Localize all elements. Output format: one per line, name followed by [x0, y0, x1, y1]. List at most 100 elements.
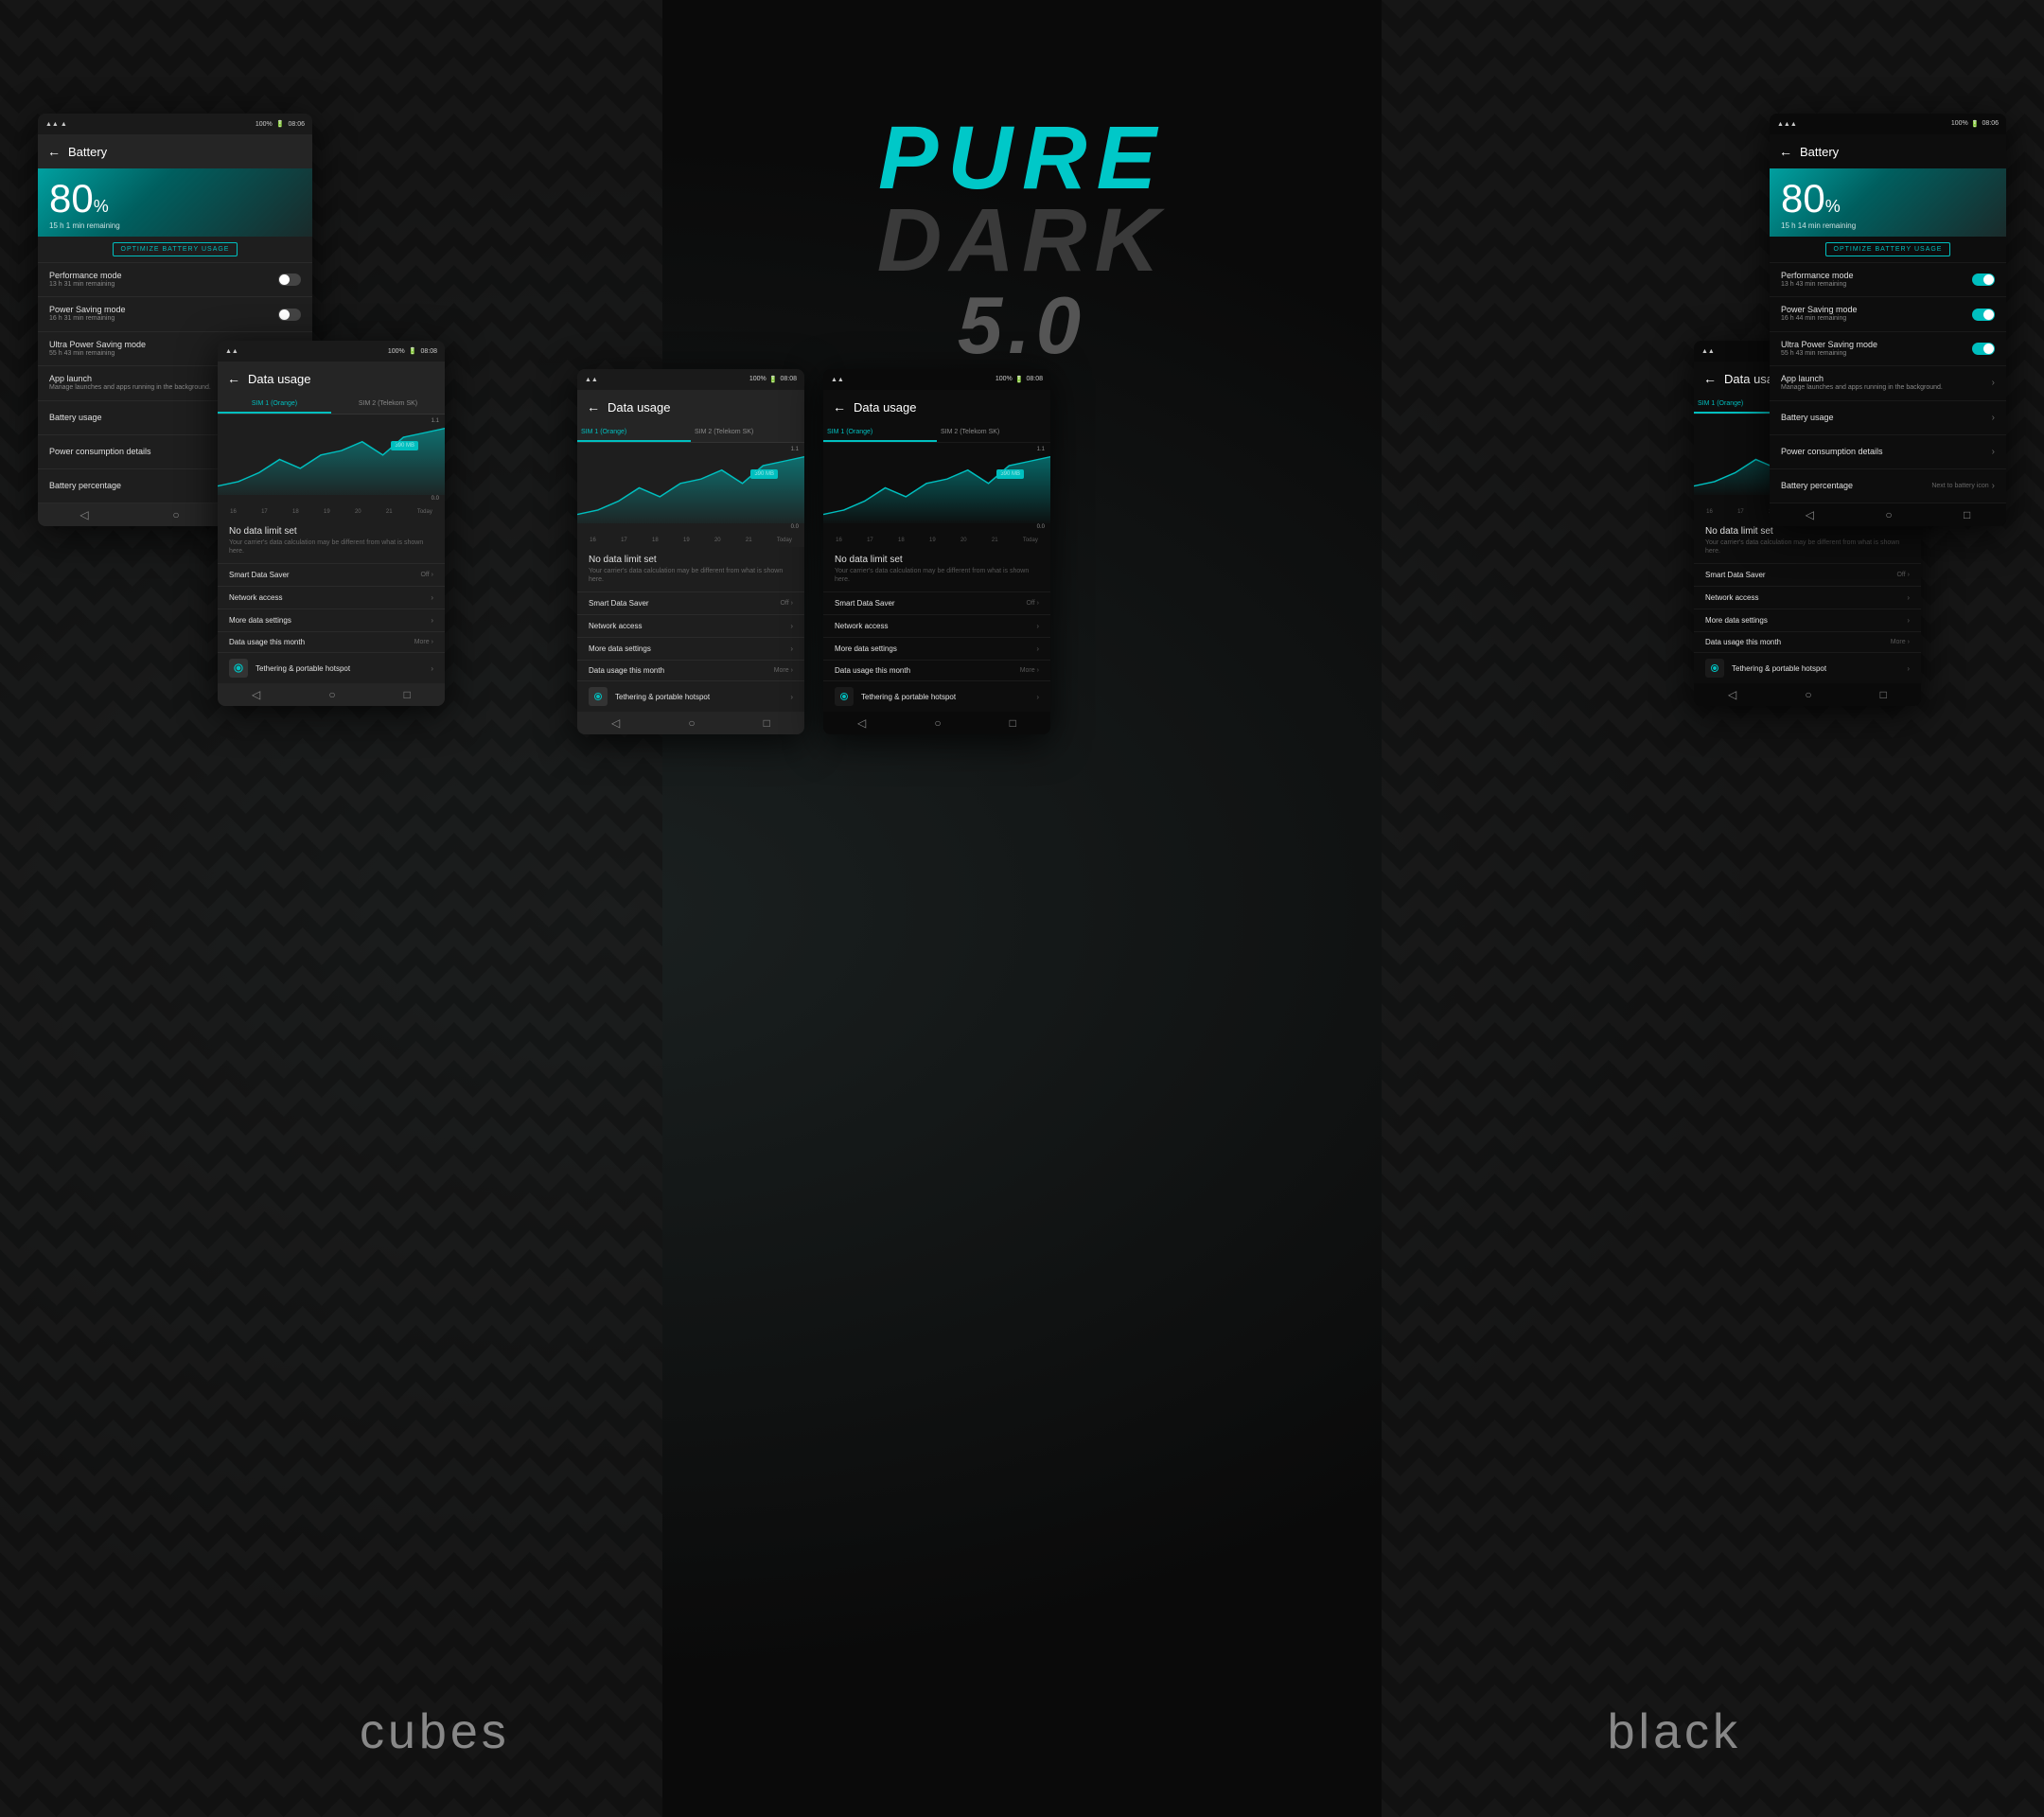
rb-ps-toggle[interactable]	[1972, 309, 1995, 321]
data-home-nav[interactable]: ○	[328, 688, 335, 701]
rb-back-icon[interactable]: ←	[1779, 144, 1792, 159]
rb-up-toggle[interactable]	[1972, 343, 1995, 355]
rb-perf-toggle[interactable]	[1972, 273, 1995, 286]
data-battery-icon: 🔋	[409, 347, 417, 355]
rb-perf-subtitle: 13 h 43 min remaining	[1781, 281, 1972, 289]
cr-tethering[interactable]: Tethering & portable hotspot ›	[823, 681, 1050, 712]
performance-mode-item[interactable]: Performance mode 13 h 31 min remaining	[38, 263, 312, 297]
cr-more-data[interactable]: More data settings ›	[823, 638, 1050, 661]
right-battery-phone: ▲▲▲ 100% 🔋 08:06 ← Battery 80 % 15 h 14 …	[1770, 114, 2006, 526]
rb-back-nav[interactable]: ◁	[1806, 508, 1814, 521]
rd-home-nav[interactable]: ○	[1805, 688, 1811, 701]
cl-tethering[interactable]: Tethering & portable hotspot ›	[577, 681, 804, 712]
more-link[interactable]: More ›	[414, 639, 433, 645]
chart-label-16: 16	[230, 509, 237, 515]
rb-battery-pct: 100%	[1951, 120, 1968, 128]
more-data-settings-item[interactable]: More data settings ›	[218, 609, 445, 632]
rb-appbar-title: Battery	[1800, 145, 1839, 159]
cr-no-data-subtitle: Your carrier's data calculation may be d…	[835, 567, 1039, 584]
rb-power-consumption[interactable]: Power consumption details ›	[1770, 435, 2006, 469]
power-saving-toggle[interactable]	[278, 309, 301, 321]
cl-more-data-text: More data settings	[589, 644, 651, 653]
rb-optimize-btn[interactable]: OPTIMIZE BATTERY USAGE	[1825, 242, 1951, 256]
cl-battery-icon: 🔋	[769, 376, 778, 383]
rb-performance-mode[interactable]: Performance mode 13 h 43 min remaining	[1770, 263, 2006, 297]
back-nav-btn[interactable]: ◁	[79, 508, 88, 521]
rd-tethering-svg	[1709, 662, 1720, 674]
network-access-item[interactable]: Network access ›	[218, 587, 445, 609]
rd-more-data[interactable]: More data settings ›	[1694, 609, 1921, 632]
rd-recents-nav[interactable]: □	[1880, 688, 1887, 701]
rd-lbl-16: 16	[1706, 509, 1713, 515]
rb-battery-percentage[interactable]: Battery percentage Next to battery icon …	[1770, 469, 2006, 503]
rd-back-nav[interactable]: ◁	[1728, 688, 1736, 701]
rb-pc-title: Power consumption details	[1781, 447, 1992, 456]
cr-appbar: ← Data usage	[823, 390, 1050, 424]
rd-network-chevron: ›	[1907, 593, 1910, 602]
cl-recents-nav[interactable]: □	[764, 716, 770, 730]
cl-home-nav[interactable]: ○	[688, 716, 695, 730]
rb-app-launch[interactable]: App launch Manage launches and apps runn…	[1770, 366, 2006, 400]
rd-network-text: Network access	[1705, 593, 1758, 602]
rb-up-left: Ultra Power Saving mode 55 h 43 min rema…	[1781, 340, 1972, 358]
cl-more-link[interactable]: More ›	[774, 667, 793, 674]
cr-no-data-title: No data limit set	[835, 555, 1039, 565]
back-icon[interactable]: ←	[47, 144, 61, 159]
cl-sim1-tab[interactable]: SIM 1 (Orange)	[577, 424, 691, 442]
cr-home-nav[interactable]: ○	[934, 716, 941, 730]
rd-tethering-title: Tethering & portable hotspot	[1732, 664, 1899, 673]
cl-sds-value: Off	[780, 600, 788, 607]
chart-label-17: 17	[261, 509, 268, 515]
cr-more-link[interactable]: More ›	[1020, 667, 1039, 674]
rd-back-icon[interactable]: ←	[1703, 371, 1717, 386]
rd-sds-chevron: ›	[1908, 572, 1910, 578]
battery-time-group: 100% 🔋 08:06	[256, 120, 305, 128]
rb-recents-nav[interactable]: □	[1964, 508, 1970, 521]
cl-smart-data-saver[interactable]: Smart Data Saver Off ›	[577, 592, 804, 615]
cr-sim2-tab[interactable]: SIM 2 (Telekom SK)	[937, 424, 1050, 442]
rd-more-link[interactable]: More ›	[1891, 639, 1910, 645]
center-phone-group: ▲▲ 100% 🔋 08:08 ← Data usage SIM 1 (Oran…	[577, 369, 1050, 734]
cl-network-access[interactable]: Network access ›	[577, 615, 804, 638]
data-back-icon[interactable]: ←	[227, 371, 240, 386]
optimize-button[interactable]: OPTIMIZE BATTERY USAGE	[113, 242, 238, 256]
cl-back-nav[interactable]: ◁	[611, 716, 620, 730]
home-nav-btn[interactable]: ○	[172, 508, 179, 521]
data-recents-nav[interactable]: □	[404, 688, 411, 701]
rb-ultra-power[interactable]: Ultra Power Saving mode 55 h 43 min rema…	[1770, 332, 2006, 366]
rb-perf-title: Performance mode	[1781, 271, 1972, 280]
data-back-nav[interactable]: ◁	[252, 688, 260, 701]
power-saving-item[interactable]: Power Saving mode 16 h 31 min remaining	[38, 297, 312, 331]
smart-data-saver-text: Smart Data Saver	[229, 571, 290, 579]
left-phone-group: ▲▲ ▲ 100% 🔋 08:06 ← Battery 80	[38, 114, 312, 526]
cr-sim1-tab[interactable]: SIM 1 (Orange)	[823, 424, 937, 442]
sim1-tab[interactable]: SIM 1 (Orange)	[218, 396, 331, 414]
rd-smart-data-saver[interactable]: Smart Data Saver Off ›	[1694, 564, 1921, 587]
smart-data-saver-item[interactable]: Smart Data Saver Off ›	[218, 564, 445, 587]
tethering-item[interactable]: Tethering & portable hotspot ›	[218, 653, 445, 683]
cr-back-icon[interactable]: ←	[833, 399, 846, 415]
cr-smart-data-saver[interactable]: Smart Data Saver Off ›	[823, 592, 1050, 615]
cl-back-icon[interactable]: ←	[587, 399, 600, 415]
chart-label-19: 19	[324, 509, 330, 515]
rd-tethering-icon	[1705, 659, 1724, 678]
cr-network-access[interactable]: Network access ›	[823, 615, 1050, 638]
rb-bp-right: Next to battery icon ›	[1931, 481, 1995, 491]
no-data-section: No data limit set Your carrier's data ca…	[218, 519, 445, 564]
cl-lbl-today: Today	[777, 538, 792, 543]
rb-home-nav[interactable]: ○	[1885, 508, 1892, 521]
signal-icon: ▲▲	[45, 121, 59, 128]
rd-network-access[interactable]: Network access ›	[1694, 587, 1921, 609]
sim2-tab[interactable]: SIM 2 (Telekom SK)	[331, 396, 445, 414]
cr-lbl-today: Today	[1023, 538, 1038, 543]
cl-no-data-subtitle: Your carrier's data calculation may be d…	[589, 567, 793, 584]
rb-battery-usage[interactable]: Battery usage ›	[1770, 401, 2006, 435]
cr-sds-value: Off	[1026, 600, 1034, 607]
cr-recents-nav[interactable]: □	[1010, 716, 1016, 730]
cr-back-nav[interactable]: ◁	[857, 716, 866, 730]
cl-more-data[interactable]: More data settings ›	[577, 638, 804, 661]
cl-sim2-tab[interactable]: SIM 2 (Telekom SK)	[691, 424, 804, 442]
performance-mode-toggle[interactable]	[278, 273, 301, 286]
rd-tethering[interactable]: Tethering & portable hotspot ›	[1694, 653, 1921, 683]
rb-power-saving[interactable]: Power Saving mode 16 h 44 min remaining	[1770, 297, 2006, 331]
